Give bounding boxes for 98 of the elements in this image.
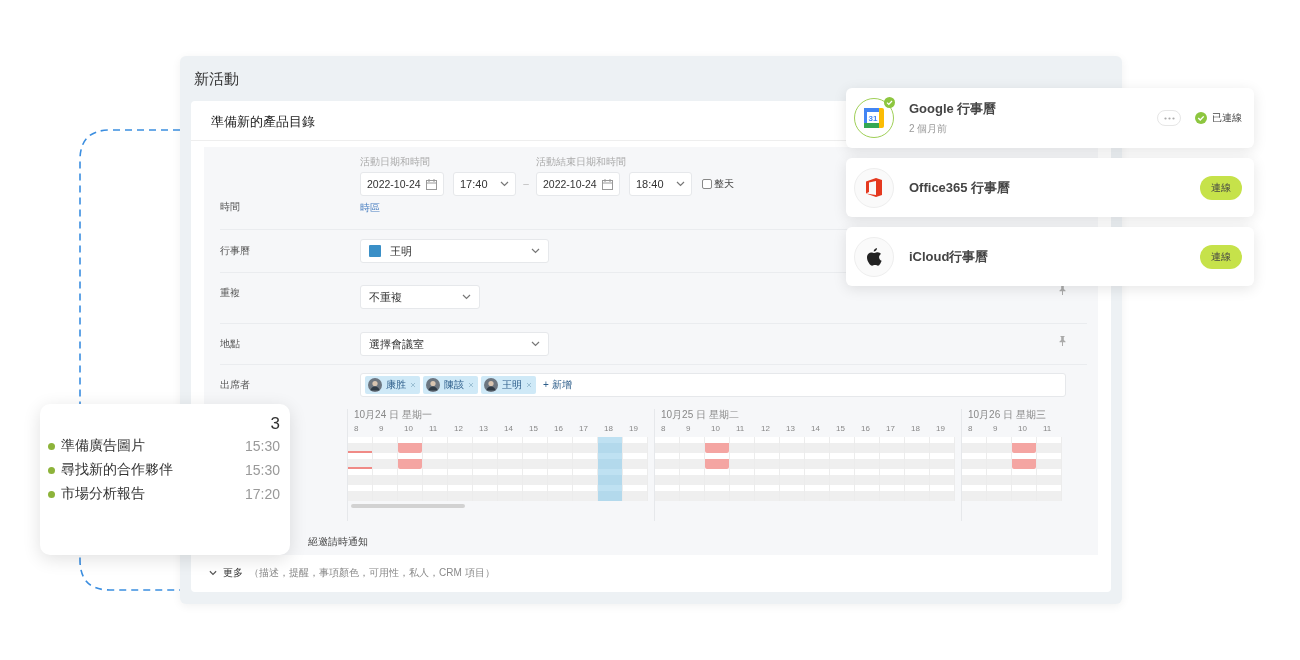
chevron-icon (531, 341, 540, 347)
close-icon[interactable] (526, 382, 532, 388)
field-label: 出席者 (220, 378, 251, 392)
notify-option-text: 絕邀請時通知 (308, 536, 368, 547)
more-icon (1163, 116, 1175, 120)
avatar-icon (426, 378, 440, 392)
hour-label: 10 (403, 424, 414, 435)
field-caption: 活動結束日期和時間 (536, 156, 627, 169)
hour-label: 14 (810, 424, 821, 435)
time-slot[interactable] (598, 453, 622, 469)
chevron-icon (676, 181, 685, 187)
hour-label: 19 (628, 424, 639, 435)
task-time: 15:30 (244, 462, 280, 478)
hour-label: 11 (735, 424, 746, 435)
hour-label: 15 (528, 424, 539, 435)
calendar-icon: 31 (864, 108, 884, 128)
pin-icon[interactable] (1059, 336, 1066, 346)
date-field[interactable]: 2022-10-24 (360, 172, 444, 196)
field-label: 重複 (220, 286, 241, 300)
task-title[interactable]: 市場分析報告 (61, 485, 245, 503)
room-select[interactable]: 選擇會議室 (360, 332, 549, 356)
avatar-icon (368, 378, 382, 392)
hour-label: 15 (835, 424, 846, 435)
office-icon (866, 178, 882, 197)
hour-label: 8 (353, 424, 360, 435)
close-icon[interactable] (410, 382, 416, 388)
task-title[interactable]: 尋找新的合作夥伴 (61, 461, 245, 479)
time-select[interactable]: 18:40 (629, 172, 692, 196)
attendee-chip[interactable]: 康胜 (365, 376, 420, 394)
calendar-icon (602, 178, 613, 190)
hour-label: 19 (935, 424, 946, 435)
integration-name: Office365 行事曆 (909, 178, 1011, 197)
hour-label: 16 (860, 424, 871, 435)
range-separator: – (522, 177, 530, 191)
integration-name: Google 行事曆 (909, 100, 997, 118)
attendee-chip[interactable]: 陳該 (423, 376, 478, 394)
hour-label: 9 (378, 424, 385, 435)
integration-name: iCloud行事曆 (909, 247, 989, 266)
chevron-icon[interactable] (209, 570, 217, 576)
last-sync-text: 2 個月前 (909, 122, 948, 136)
task-time: 15:30 (244, 438, 280, 454)
calendar-icon (426, 178, 437, 190)
hour-label: 8 (660, 424, 667, 435)
time-select[interactable]: 17:40 (453, 172, 516, 196)
check-icon (1195, 112, 1207, 124)
attendee-chip[interactable]: 王明 (481, 376, 536, 394)
hour-label: 13 (785, 424, 796, 435)
connect-button[interactable]: 連線 (1200, 244, 1242, 269)
more-options-button[interactable] (1157, 110, 1181, 126)
repeat-select[interactable]: 不重複 (360, 285, 480, 309)
field-label: 地點 (220, 337, 241, 351)
checkbox-label: 整天 (714, 177, 734, 191)
hour-label: 11 (428, 424, 439, 435)
task-title[interactable]: 準備廣告圖片 (61, 437, 245, 455)
hour-label: 18 (910, 424, 921, 435)
hour-label: 14 (503, 424, 514, 435)
hour-label: 16 (553, 424, 564, 435)
checkbox[interactable] (702, 179, 712, 189)
window-title: 新活動 (193, 69, 239, 89)
hour-label: 10 (710, 424, 721, 435)
close-icon[interactable] (468, 382, 474, 388)
task-time: 17:20 (244, 486, 280, 502)
hour-label: 17 (578, 424, 589, 435)
hour-label: 9 (992, 424, 999, 435)
chevron-icon (531, 248, 540, 254)
scrollbar[interactable] (351, 504, 465, 508)
hour-label: 12 (453, 424, 464, 435)
time-slot[interactable] (598, 437, 622, 453)
chevron-icon (462, 294, 471, 300)
timezone-link[interactable]: 時區 (360, 201, 380, 215)
connect-button[interactable]: 連線 (1200, 175, 1242, 200)
hour-label: 18 (603, 424, 614, 435)
hour-label: 9 (685, 424, 692, 435)
day-label: 10月24 日 星期一 (353, 409, 433, 422)
more-toggle[interactable]: 更多 (223, 566, 243, 580)
time-slot[interactable] (598, 485, 622, 501)
hour-label: 8 (967, 424, 974, 435)
more-details: （描述，提醒，事項顏色，可用性，私人，CRM 項目） (249, 566, 495, 580)
hour-label: 12 (760, 424, 771, 435)
field-label: 行事曆 (220, 244, 251, 258)
date-field[interactable]: 2022-10-24 (536, 172, 620, 196)
attendees-field[interactable]: 康胜 陳該 王明 + 新增 (360, 373, 1066, 397)
calendar-select[interactable]: 王明 (360, 239, 549, 263)
day-label: 10月26 日 星期三 (967, 409, 1047, 422)
hour-label: 11 (1042, 424, 1053, 435)
hour-label: 17 (885, 424, 896, 435)
day-label: 10月25 日 星期二 (660, 409, 740, 422)
hour-label: 10 (1017, 424, 1028, 435)
field-label: 時間 (220, 199, 241, 214)
hour-label: 13 (478, 424, 489, 435)
add-attendee-link[interactable]: + 新增 (543, 378, 572, 392)
avatar-icon (484, 378, 498, 392)
field-caption: 活動日期和時間 (360, 156, 431, 169)
chevron-icon (500, 181, 509, 187)
time-slot[interactable] (598, 469, 622, 485)
connection-status: 已連線 (1212, 111, 1242, 125)
apple-icon (866, 247, 882, 266)
task-count: 3 (270, 414, 280, 434)
